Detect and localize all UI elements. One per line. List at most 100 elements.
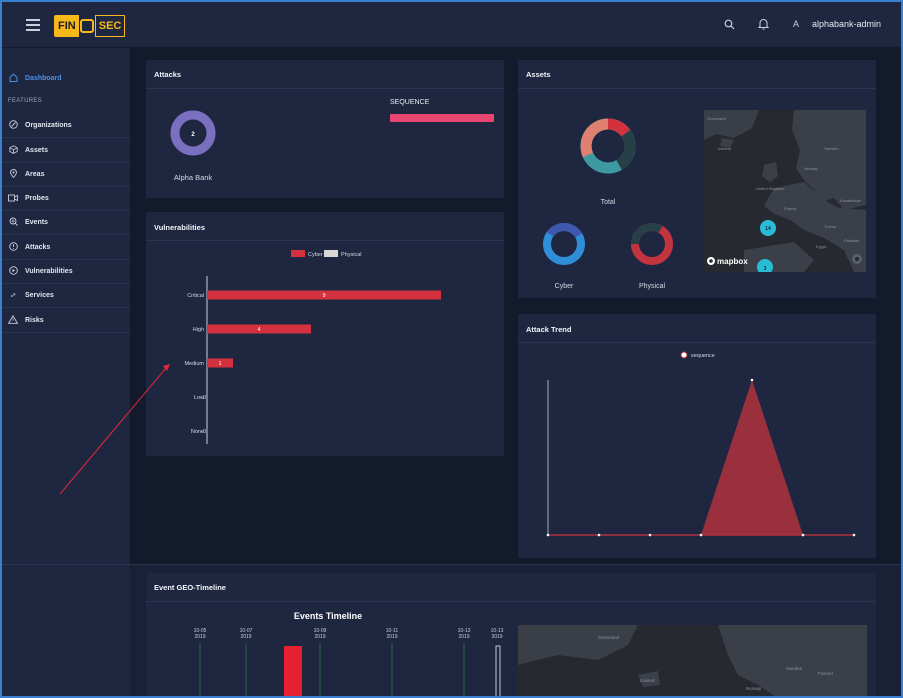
mapbox-logo-icon-core <box>709 259 713 263</box>
sequence-bar[interactable] <box>390 114 494 122</box>
physical-donut[interactable] <box>631 223 673 265</box>
mapbox-brand: mapbox <box>717 257 748 266</box>
map-label-france: France <box>784 206 797 211</box>
sidebar-item-vulnerabilities[interactable]: Vulnerabilities <box>2 260 130 284</box>
legend-cyber-label: Cyber <box>308 252 323 258</box>
physical-donut-segment <box>641 223 663 233</box>
map-label-egypt: Egypt <box>816 244 827 249</box>
sidebar-item-attacks[interactable]: Attacks <box>2 236 130 260</box>
map-label-uk: United Kingdom <box>756 186 785 191</box>
timeline-tick-year: 2019 <box>458 634 469 640</box>
finsec-logo[interactable]: FIN SEC <box>54 15 126 37</box>
trend-point[interactable] <box>648 533 652 537</box>
trend-point[interactable] <box>801 533 805 537</box>
logo-shield-icon <box>79 19 94 33</box>
physical-donut-segment <box>631 225 646 245</box>
map-label-iceland: Iceland <box>718 146 731 151</box>
total-donut[interactable] <box>580 118 636 174</box>
greenland-landmass <box>518 625 638 665</box>
geo-map-label-sweden: Sweden <box>786 666 803 671</box>
vulnerabilities-chart: Cyber Physical Critical 9High 4Medium 1Low0… <box>184 250 441 444</box>
cyber-donut-segment <box>546 223 583 238</box>
geo-map-label-iceland: Iceland <box>640 678 655 683</box>
attacks-chart: 2 Alpha Bank SEQUENCE <box>170 99 494 182</box>
cyber-label: Cyber <box>555 283 574 290</box>
sidebar-item-organizations[interactable]: Organizations <box>2 114 130 138</box>
sidebar-item-probes[interactable]: Probes <box>2 187 130 211</box>
sidebar-item-dashboard[interactable]: Dashboard <box>2 66 130 90</box>
events-timeline-title: Events Timeline <box>294 611 362 621</box>
cyber-donut[interactable] <box>543 223 585 265</box>
sidebar-item-events[interactable]: Events <box>2 211 130 235</box>
map-label-turkey: Turkey <box>824 224 836 229</box>
sidebar-item-label: Events <box>25 219 48 226</box>
top-bar: FIN SEC A alphabank-admin <box>2 2 901 48</box>
trend-point[interactable] <box>597 533 601 537</box>
sidebar-item-label: Vulnerabilities <box>25 268 73 275</box>
scandinavia-landmass <box>718 625 867 698</box>
vulnerabilities-icon <box>6 266 20 277</box>
total-donut-segment <box>582 152 622 174</box>
sidebar-item-assets[interactable]: Assets <box>2 139 130 163</box>
menu-icon[interactable] <box>26 19 40 31</box>
assets-icon <box>6 145 20 156</box>
user-menu[interactable]: A alphabank-admin <box>788 16 881 32</box>
areas-icon <box>6 169 20 180</box>
trend-plot <box>546 378 856 537</box>
sidebar-item-services[interactable]: ₂ᵉ Services <box>2 284 130 308</box>
sequence-label: SEQUENCE <box>390 99 430 106</box>
user-avatar: A <box>792 19 799 29</box>
assets-map[interactable]: Greenland Iceland Sweden Norway United K… <box>704 110 866 272</box>
events-icon <box>6 217 20 228</box>
attacks-donut-value: 2 <box>191 132 195 138</box>
sidebar-item-label: Probes <box>25 195 49 202</box>
legend-sequence-label: sequence <box>691 353 715 359</box>
trend-point[interactable] <box>852 533 856 537</box>
total-donut-segment <box>580 118 609 158</box>
features-section-label: FEATURES <box>8 98 42 104</box>
organizations-icon <box>6 120 20 131</box>
timeline-tick-year: 2019 <box>194 634 205 640</box>
geo-map-label-norway: Norway <box>746 686 762 691</box>
map-cluster-3-label: 3 <box>764 266 767 272</box>
map-canvas: Greenland Iceland Sweden Norway United K… <box>704 110 866 272</box>
map-label-sweden: Sweden <box>824 146 838 151</box>
logo-text-sec: SEC <box>94 15 126 37</box>
trend-point[interactable] <box>546 533 550 537</box>
trend-area[interactable] <box>548 380 854 535</box>
map-label-kazakhstan: Kazakhstan <box>840 198 861 203</box>
events-timeline-chart: Events Timeline 10-05201910-07201910-092… <box>194 611 504 698</box>
total-donut-segment <box>615 129 636 170</box>
bar-value-label: 1 <box>218 361 221 367</box>
total-donut-segment <box>607 118 631 137</box>
section-divider <box>2 564 901 565</box>
trend-point[interactable] <box>750 378 754 382</box>
timeline-event-cluster[interactable] <box>284 646 302 698</box>
legend-cyber-swatch[interactable] <box>291 250 305 257</box>
timeline-tick-year: 2019 <box>240 634 251 640</box>
legend-sequence-swatch[interactable] <box>680 351 688 359</box>
vulnerabilities-card: Vulnerabilities Cyber Physical Critical 9… <box>146 212 504 456</box>
trend-point[interactable] <box>699 533 703 537</box>
geo-timeline-card-title: Event GEO-Timeline <box>154 583 226 592</box>
sidebar-item-label: Dashboard <box>25 74 62 82</box>
sidebar: Dashboard FEATURES Organizations Assets … <box>2 48 130 564</box>
legend-physical-label: Physical <box>341 252 361 258</box>
sidebar-item-areas[interactable]: Areas <box>2 163 130 187</box>
search-icon[interactable] <box>720 14 740 34</box>
geo-timeline-map[interactable]: Greenland Iceland Sweden Norway Finland <box>518 625 867 698</box>
legend-physical-swatch[interactable] <box>324 250 338 257</box>
sidebar-item-risks[interactable]: Risks <box>2 309 130 333</box>
timeline-range-handle[interactable] <box>495 645 501 698</box>
sidebar-item-label: Organizations <box>25 122 72 129</box>
logo-text-fin: FIN <box>54 15 79 37</box>
timeline-tick-year: 2019 <box>386 634 397 640</box>
category-label: Critical <box>187 293 204 299</box>
bar-value-label: 9 <box>322 293 325 299</box>
attacks-icon <box>6 242 20 253</box>
probes-icon <box>6 194 20 204</box>
attack-trend-chart: sequence <box>546 351 856 537</box>
map-label-norway: Norway <box>804 166 818 171</box>
timeline-ticks: 10-05201910-07201910-09201910-11201910-1… <box>194 628 504 698</box>
notification-bell-icon[interactable] <box>754 14 774 34</box>
